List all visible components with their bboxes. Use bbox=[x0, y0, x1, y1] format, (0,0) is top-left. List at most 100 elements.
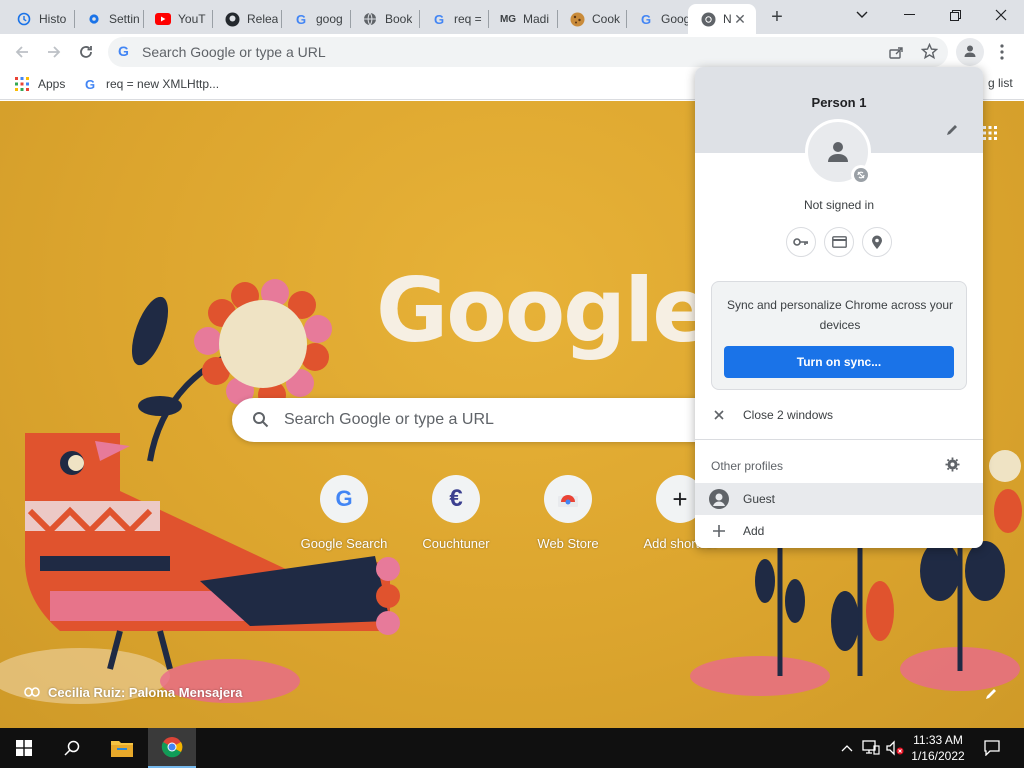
location-pin-icon[interactable] bbox=[862, 227, 892, 257]
start-windows-icon[interactable] bbox=[0, 728, 48, 768]
menu-kebab-icon[interactable] bbox=[990, 40, 1014, 64]
profile-label: Add bbox=[743, 524, 765, 538]
google-apps-icon[interactable] bbox=[982, 125, 998, 144]
close-tab-icon[interactable]: ✕ bbox=[732, 11, 748, 27]
tab-cookie[interactable]: Cook bbox=[557, 4, 623, 34]
notification-icon[interactable] bbox=[980, 728, 1004, 768]
bookmark-label: Apps bbox=[38, 77, 66, 91]
close-windows-row[interactable]: Close 2 windows bbox=[695, 399, 983, 431]
google-g-icon: G bbox=[320, 475, 368, 523]
shortcut-label: Couchtuner bbox=[422, 536, 490, 551]
profile-add-row[interactable]: Add bbox=[695, 515, 983, 547]
tab-new-tab-active[interactable]: N ✕ bbox=[688, 4, 756, 34]
shortcut-label: Google Search bbox=[300, 536, 388, 551]
share-icon[interactable] bbox=[888, 44, 904, 63]
new-tab-button[interactable]: + bbox=[764, 6, 790, 30]
google-g-icon: G bbox=[118, 43, 129, 59]
close-window-button[interactable] bbox=[979, 0, 1023, 30]
tab-label: Cook bbox=[592, 12, 621, 26]
back-arrow-icon[interactable] bbox=[10, 40, 34, 64]
search-icon[interactable] bbox=[48, 728, 96, 768]
person-icon bbox=[962, 43, 978, 62]
link-icon bbox=[24, 685, 40, 700]
clock-date: 1/16/2022 bbox=[911, 749, 965, 763]
google-g-icon: G bbox=[433, 11, 445, 27]
passwords-key-icon[interactable] bbox=[786, 227, 816, 257]
sign-in-status: Not signed in bbox=[803, 198, 875, 212]
address-bar-placeholder: Search Google or type a URL bbox=[142, 44, 326, 60]
address-bar[interactable]: G Search Google or type a URL bbox=[108, 37, 948, 67]
tab-search-chevron-icon[interactable] bbox=[840, 0, 884, 30]
tab-label: N bbox=[723, 12, 732, 26]
attribution-label: Cecilia Ruiz: Paloma Mensajera bbox=[48, 685, 243, 700]
payment-card-icon[interactable] bbox=[824, 227, 854, 257]
profile-guest-row[interactable]: Guest bbox=[695, 483, 983, 515]
close-windows-label: Close 2 windows bbox=[743, 408, 834, 422]
tab-label: req = bbox=[454, 12, 482, 26]
profile-name: Person 1 bbox=[811, 95, 867, 110]
sync-promo-card: Sync and personalize Chrome across your … bbox=[711, 281, 967, 390]
tab-label: Settin bbox=[109, 12, 140, 26]
tab-mg[interactable]: MG Madi bbox=[488, 4, 554, 34]
shortcut-label: Web Store bbox=[537, 536, 599, 551]
manage-profiles-gear-icon[interactable] bbox=[945, 457, 960, 475]
plus-icon bbox=[695, 525, 743, 537]
history-icon bbox=[16, 11, 32, 27]
cookie-icon bbox=[569, 11, 585, 27]
google-g-icon: G bbox=[295, 11, 307, 27]
shortcut-google-search[interactable]: G Google Search bbox=[288, 475, 400, 551]
bookmark-label: req = new XMLHttp... bbox=[106, 77, 220, 91]
tray-chevron-up-icon[interactable] bbox=[838, 728, 856, 768]
reading-list-label: g list bbox=[988, 76, 1013, 90]
file-explorer-icon[interactable] bbox=[98, 728, 146, 768]
profile-label: Guest bbox=[743, 492, 776, 506]
bookmark-star-icon[interactable] bbox=[920, 42, 939, 63]
reload-icon[interactable] bbox=[74, 40, 98, 64]
turn-on-sync-button[interactable]: Turn on sync... bbox=[724, 346, 954, 378]
tab-google-1[interactable]: G goog bbox=[281, 4, 347, 34]
tab-google-3[interactable]: G Goog bbox=[626, 4, 688, 34]
tab-label: Madi bbox=[523, 12, 550, 26]
globe-icon bbox=[362, 11, 378, 27]
tab-strip: Histo Settin YouT Relea G goog Book G re… bbox=[0, 0, 1024, 34]
volume-muted-icon[interactable] bbox=[884, 728, 906, 768]
edit-pencil-icon[interactable] bbox=[945, 123, 959, 140]
tab-settings[interactable]: Settin bbox=[74, 4, 140, 34]
restore-button[interactable] bbox=[933, 0, 977, 30]
tab-label: Histo bbox=[39, 12, 67, 26]
taskbar-clock[interactable]: 11:33 AM 1/16/2022 bbox=[908, 732, 968, 764]
gear-icon bbox=[86, 11, 102, 27]
forward-arrow-icon[interactable] bbox=[42, 40, 66, 64]
tab-label: goog bbox=[316, 12, 343, 26]
tab-label: Book bbox=[385, 12, 413, 26]
profile-button[interactable] bbox=[956, 38, 984, 66]
shortcut-web-store[interactable]: Web Store bbox=[512, 475, 624, 551]
tab-label: Goog bbox=[661, 12, 688, 26]
youtube-icon bbox=[155, 11, 171, 27]
bookmark-req[interactable]: G req = new XMLHttp... bbox=[82, 76, 219, 92]
customize-pencil-icon[interactable] bbox=[984, 687, 998, 704]
sync-paused-badge-icon bbox=[851, 165, 871, 185]
chrome-taskbar-icon[interactable] bbox=[148, 728, 196, 768]
tab-bookmarks[interactable]: Book bbox=[350, 4, 416, 34]
tab-history[interactable]: Histo bbox=[4, 4, 70, 34]
other-profiles-heading: Other profiles bbox=[711, 459, 784, 473]
close-icon bbox=[695, 410, 743, 420]
minimize-button[interactable] bbox=[887, 0, 931, 30]
shortcut-couchtuner[interactable]: € Couchtuner bbox=[400, 475, 512, 551]
doodle-attribution[interactable]: Cecilia Ruiz: Paloma Mensajera bbox=[24, 685, 242, 700]
network-icon[interactable] bbox=[860, 728, 882, 768]
sync-promo-text: Sync and personalize Chrome across your … bbox=[726, 298, 954, 332]
profile-menu: Person 1 Not signed in Sync and personal… bbox=[695, 67, 983, 548]
bookmark-apps[interactable]: Apps bbox=[14, 76, 65, 92]
apps-grid-icon bbox=[14, 76, 30, 92]
google-g-icon: G bbox=[640, 11, 652, 27]
tab-github[interactable]: Relea bbox=[212, 4, 278, 34]
tab-youtube[interactable]: YouT bbox=[143, 4, 209, 34]
tab-google-2[interactable]: G req = bbox=[419, 4, 485, 34]
ntp-search-placeholder: Search Google or type a URL bbox=[284, 411, 494, 428]
google-logo: Google bbox=[376, 259, 712, 362]
google-g-icon: G bbox=[84, 76, 96, 92]
mg-logo-icon: MG bbox=[499, 13, 517, 25]
reading-list[interactable]: g list bbox=[988, 76, 1013, 90]
